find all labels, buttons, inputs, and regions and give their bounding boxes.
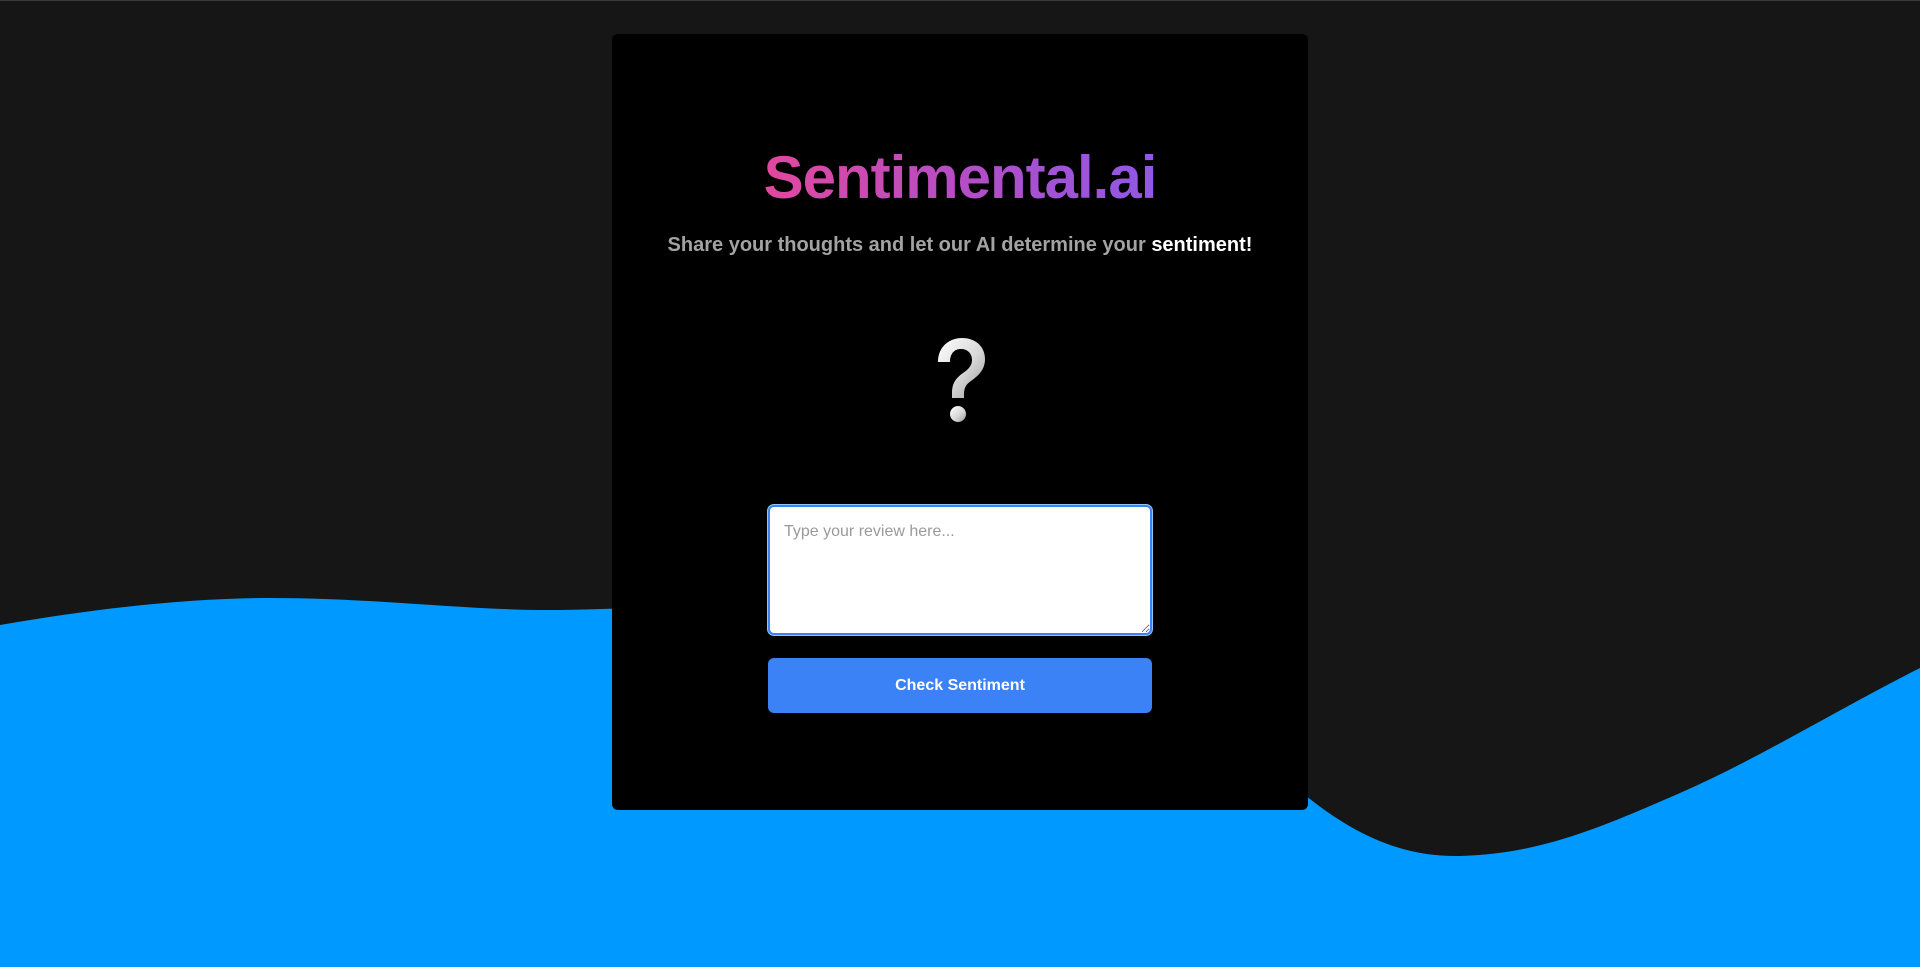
tagline-text: Share your thoughts and let our AI deter… (667, 234, 1152, 256)
question-mark-icon (938, 338, 985, 422)
page: Sentimental.ai Share your thoughts and l… (0, 0, 1920, 967)
sentiment-card: Sentimental.ai Share your thoughts and l… (612, 34, 1308, 810)
page-title: Sentimental.ai (612, 142, 1308, 214)
check-sentiment-button[interactable]: Check Sentiment (768, 658, 1152, 713)
tagline: Share your thoughts and let our AI deter… (612, 232, 1308, 258)
review-textarea[interactable] (768, 505, 1152, 635)
tagline-highlight: sentiment! (1151, 234, 1253, 256)
brand-name: Sentimental.ai (763, 144, 1158, 211)
